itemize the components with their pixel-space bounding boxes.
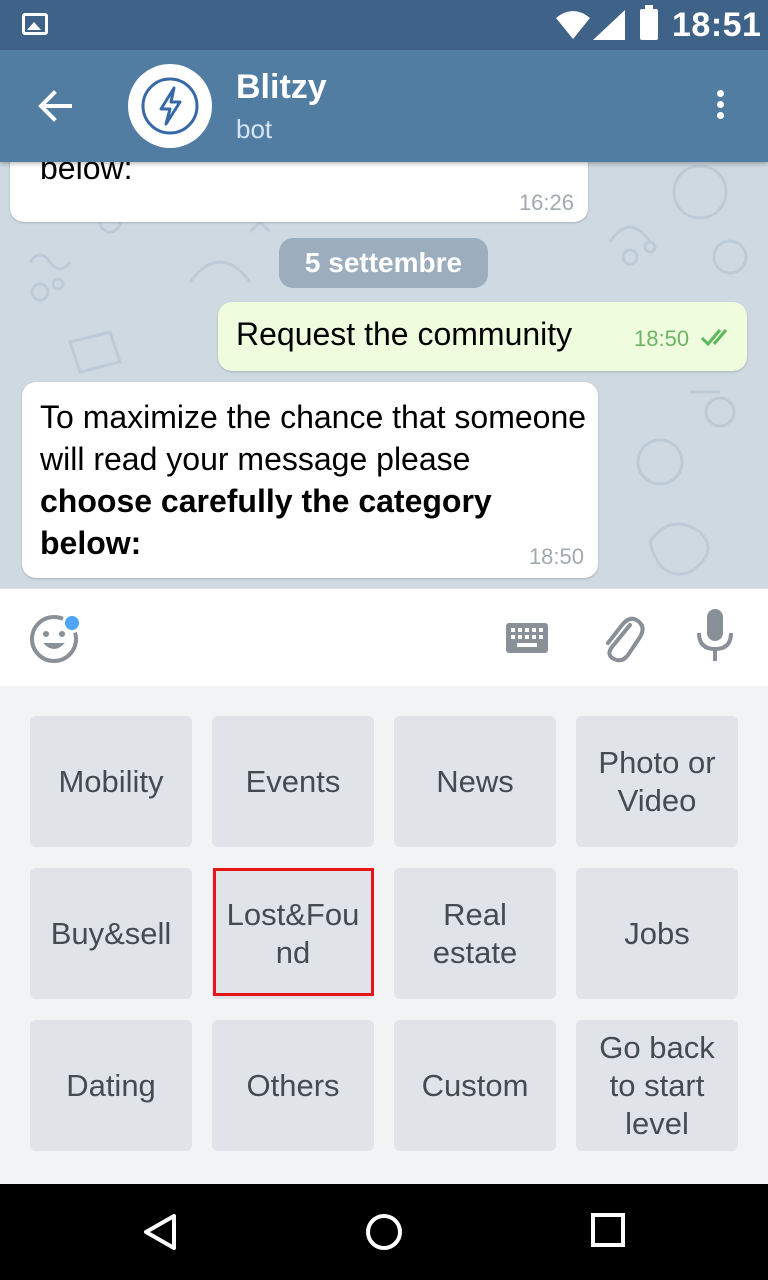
keyboard-button[interactable]: Events: [212, 716, 374, 847]
lightning-icon: [141, 77, 199, 135]
attach-icon[interactable]: [598, 609, 646, 665]
home-circle-icon[interactable]: [364, 1212, 404, 1252]
message-text-bold: choose carefully the category below:: [40, 483, 492, 561]
message-bubble-outgoing[interactable]: Request the community 18:50: [218, 302, 747, 371]
message-time: 18:50: [528, 544, 584, 569]
back-triangle-icon[interactable]: [140, 1212, 180, 1252]
wifi-icon: [556, 11, 590, 39]
microphone-icon[interactable]: [694, 607, 736, 663]
keyboard-button[interactable]: Custom: [394, 1020, 556, 1151]
message-time: 18:50: [634, 326, 690, 351]
double-check-icon: [700, 329, 728, 347]
keyboard-button[interactable]: Photo or Video: [576, 716, 738, 847]
cell-signal-icon: [593, 10, 625, 40]
message-bubble-incoming[interactable]: To maximize the chance that someone will…: [22, 382, 598, 578]
keyboard-button[interactable]: Real estate: [394, 868, 556, 999]
keyboard-button[interactable]: Others: [212, 1020, 374, 1151]
chat-title[interactable]: Blitzy: [236, 68, 327, 107]
navigation-bar: [0, 1184, 768, 1280]
recents-square-icon[interactable]: [590, 1212, 626, 1248]
battery-icon: [640, 5, 658, 40]
message-text: Request the community: [236, 316, 573, 352]
message-list[interactable]: below: 16:26 5 settembre Request the com…: [0, 162, 768, 588]
keyboard-button[interactable]: News: [394, 716, 556, 847]
image-notification-icon: [22, 13, 48, 35]
notification-dot: [62, 613, 82, 633]
date-separator: 5 settembre: [279, 238, 488, 288]
message-text-plain: To maximize the chance that someone will…: [40, 399, 587, 477]
keyboard-button[interactable]: Dating: [30, 1020, 192, 1151]
more-vertical-icon[interactable]: [700, 86, 740, 130]
message-text: To maximize the chance that someone will…: [40, 396, 590, 564]
keyboard-button[interactable]: Buy&sell: [30, 868, 192, 999]
keyboard-button[interactable]: Mobility: [30, 716, 192, 847]
chat-subtitle: bot: [236, 114, 273, 144]
message-input-bar: [0, 588, 768, 686]
keyboard-button[interactable]: Lost&Found: [212, 868, 374, 999]
avatar[interactable]: [128, 64, 212, 148]
keyboard-button[interactable]: Go back to start level: [576, 1020, 738, 1151]
arrow-left-icon[interactable]: [34, 86, 74, 126]
message-bubble-incoming[interactable]: below: 16:26: [10, 162, 588, 222]
status-bar: 18:51: [0, 0, 768, 50]
keyboard-icon[interactable]: [506, 623, 548, 653]
message-time: 16:26: [518, 190, 574, 215]
chat-header: Blitzy bot: [0, 50, 768, 162]
keyboard-button[interactable]: Jobs: [576, 868, 738, 999]
status-time: 18:51: [672, 6, 762, 44]
message-text: below:: [40, 162, 133, 186]
